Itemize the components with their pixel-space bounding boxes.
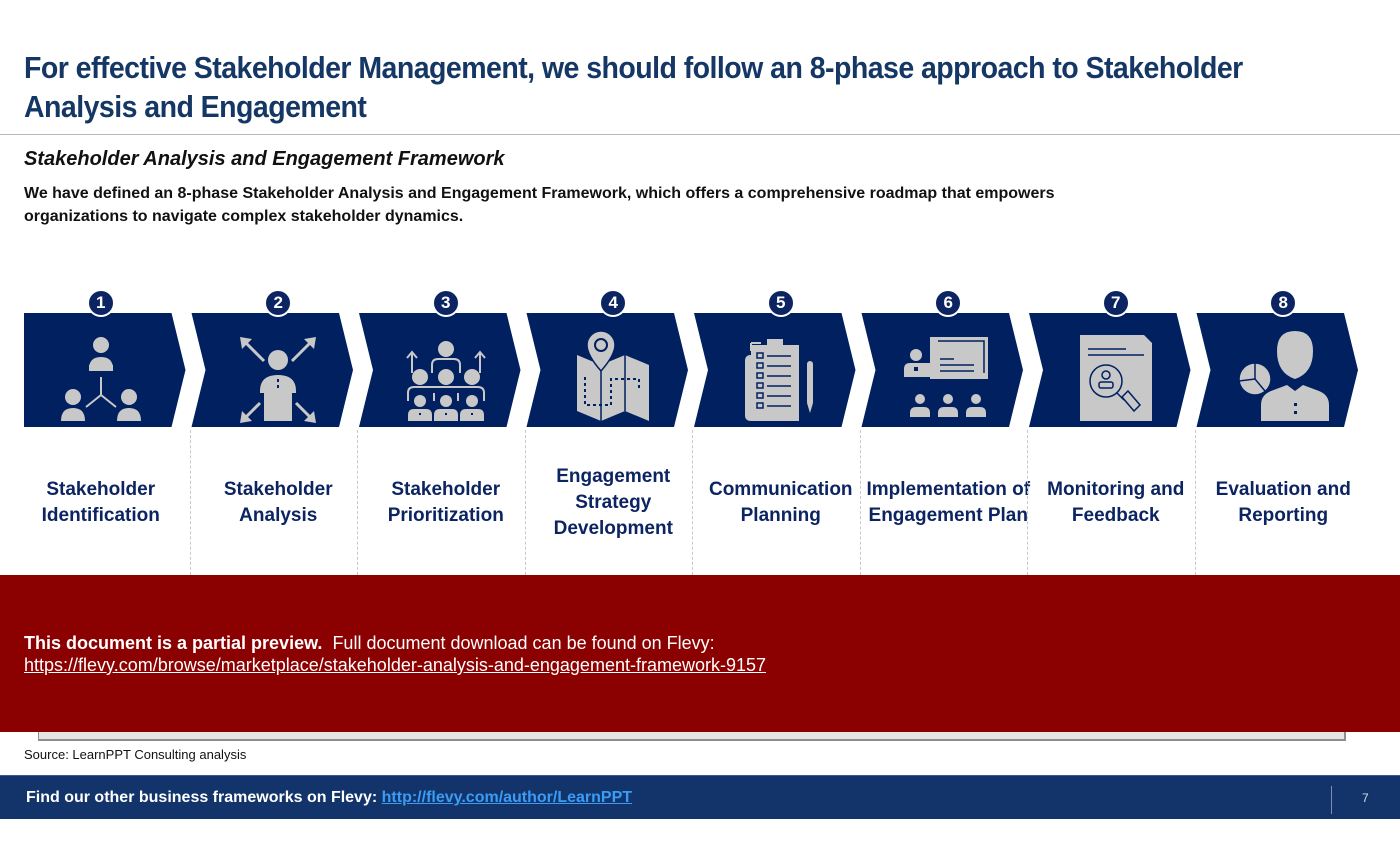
phase-divider xyxy=(1027,430,1028,575)
phase-label: Communication Planning xyxy=(708,478,853,526)
title-divider xyxy=(0,134,1400,135)
description-line-1: We have defined an 8-phase Stakeholder A… xyxy=(24,185,1055,202)
phase-label: Engagement Strategy Development xyxy=(553,465,673,539)
document-search-icon xyxy=(1066,325,1166,425)
person-pie-chart-icon xyxy=(1233,325,1333,425)
phase-number-badge: 5 xyxy=(766,289,795,317)
title-line-2: Analysis and Engagement xyxy=(24,89,367,124)
chevron-band xyxy=(24,313,1358,427)
footer-separator xyxy=(1331,786,1332,814)
preview-bold-text: This document is a partial preview. xyxy=(24,633,323,653)
phase-label: Monitoring and Feedback xyxy=(1047,478,1185,526)
preview-notice: This document is a partial preview. Full… xyxy=(24,632,766,676)
footer-bar: Find our other business frameworks on Fl… xyxy=(0,775,1400,819)
phase-divider xyxy=(692,430,693,575)
checklist-clipboard-icon xyxy=(731,325,831,425)
preview-text: Full document download can be found on F… xyxy=(332,633,715,653)
phase-divider xyxy=(357,430,358,575)
footer-label: Find our other business frameworks on Fl… xyxy=(26,789,378,806)
preview-strip xyxy=(38,732,1346,741)
title-line-1: For effective Stakeholder Management, we… xyxy=(24,50,1243,85)
phase-label: Evaluation and Reporting xyxy=(1215,478,1351,526)
preview-link[interactable]: https://flevy.com/browse/marketplace/sta… xyxy=(24,655,766,675)
description-line-2: organizations to navigate complex stakeh… xyxy=(24,208,464,225)
page-title: For effective Stakeholder Management, we… xyxy=(24,48,1257,126)
phase-divider xyxy=(524,430,526,575)
phase-divider xyxy=(1194,430,1196,575)
person-arrows-icon xyxy=(228,325,328,425)
phase-divider xyxy=(859,430,861,575)
phase-label: Stakeholder Identification xyxy=(41,478,160,526)
phase-label: Stakeholder Prioritization xyxy=(387,478,504,526)
source-note: Source: LearnPPT Consulting analysis xyxy=(24,747,247,762)
group-hierarchy-icon xyxy=(396,325,496,425)
phase-divider xyxy=(189,430,191,575)
phase-flow: 1 Stakeholder Identification 2 Stakeholder … xyxy=(0,285,1400,575)
section-subtitle: Stakeholder Analysis and Engagement Fram… xyxy=(24,148,505,170)
footer-link[interactable]: http://flevy.com/author/LearnPPT xyxy=(382,789,632,806)
stakeholder-network-icon xyxy=(51,325,151,425)
page-number: 7 xyxy=(1362,791,1369,805)
presentation-audience-icon xyxy=(898,325,998,425)
phase-number-badge: 7 xyxy=(1101,289,1130,317)
section-description: We have defined an 8-phase Stakeholder A… xyxy=(24,182,1324,228)
map-pin-icon xyxy=(563,325,663,425)
phase-label: Stakeholder Analysis xyxy=(223,478,333,526)
footer-text: Find our other business frameworks on Fl… xyxy=(26,789,632,807)
phase-number-badge: 1 xyxy=(86,289,115,317)
phase-number-badge: 3 xyxy=(431,289,460,317)
phase-label: Implementation of Engagement Plan xyxy=(866,478,1031,526)
